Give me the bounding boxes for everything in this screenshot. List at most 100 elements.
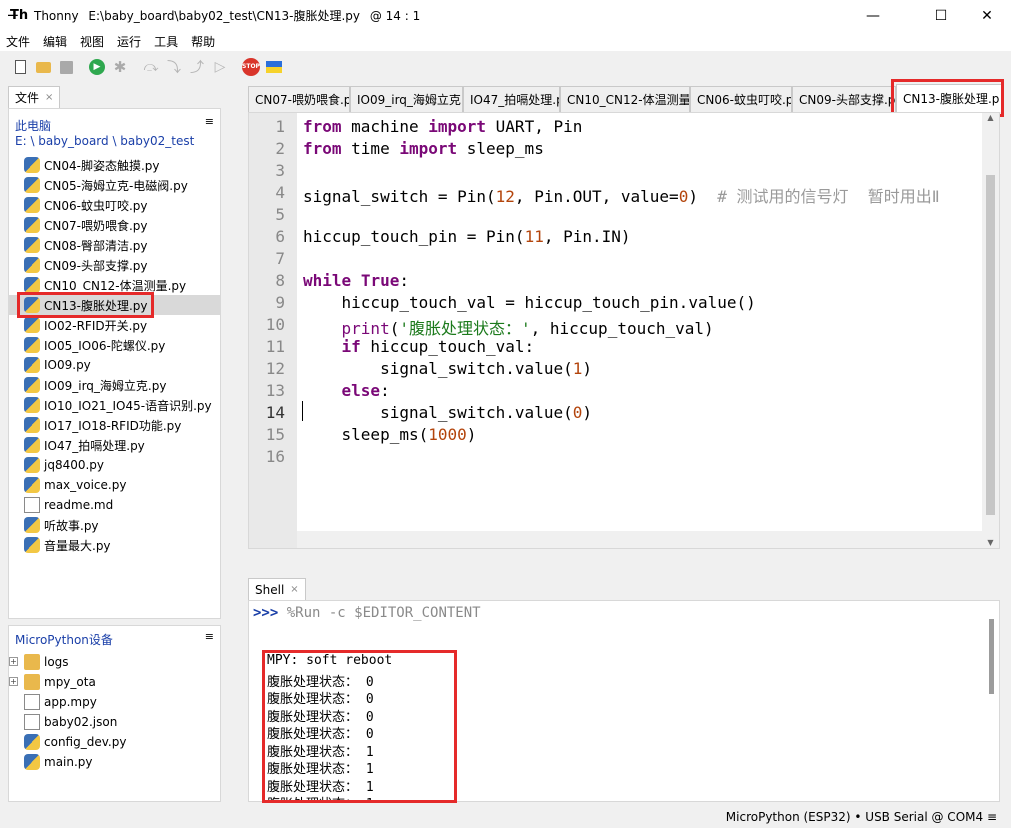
code-token: from bbox=[303, 139, 342, 158]
run-button[interactable]: ▶ bbox=[86, 56, 108, 78]
code-token: import bbox=[428, 117, 487, 136]
editor-tab[interactable]: CN06-蚊虫叮咬.p bbox=[690, 86, 792, 112]
scroll-up-icon[interactable]: ▲ bbox=[982, 113, 999, 125]
file-list-item[interactable]: IO09.py bbox=[24, 355, 220, 375]
python-file-icon bbox=[24, 277, 40, 293]
menu-run[interactable]: 运行 bbox=[117, 33, 141, 50]
device-file-item[interactable]: config_dev.py bbox=[24, 732, 220, 752]
step-out-button[interactable]: ⤴ bbox=[186, 56, 208, 78]
file-list-item[interactable]: CN08-臀部清洁.py bbox=[24, 235, 220, 255]
device-panel-title: MicroPython设备 bbox=[15, 633, 113, 647]
editor-tab[interactable]: IO47_拍嗝处理.p bbox=[463, 86, 560, 112]
shell-tab[interactable]: Shell × bbox=[248, 578, 306, 600]
device-file-item[interactable]: app.mpy bbox=[24, 692, 220, 712]
editor-tab[interactable]: CN07-喂奶喂食.p bbox=[248, 86, 350, 112]
device-file-item[interactable]: main.py bbox=[24, 752, 220, 772]
editor-vertical-scrollbar[interactable]: ▲ ▼ bbox=[982, 113, 999, 548]
open-folder-icon bbox=[35, 61, 51, 73]
file-list-item[interactable]: IO17_IO18-RFID功能.py bbox=[24, 415, 220, 435]
editor-tab[interactable]: CN10_CN12-体温测量 bbox=[560, 86, 690, 112]
device-file-item[interactable]: baby02.json bbox=[24, 712, 220, 732]
file-name: 音量最大.py bbox=[44, 538, 111, 553]
line-number: 8 bbox=[275, 271, 285, 290]
files-menu-icon[interactable]: ≡ bbox=[205, 115, 214, 128]
python-file-icon bbox=[24, 257, 40, 273]
cursor-position: @ 14 : 1 bbox=[369, 9, 421, 23]
file-list-item[interactable]: jq8400.py bbox=[24, 455, 220, 475]
menu-edit[interactable]: 编辑 bbox=[43, 33, 67, 50]
stop-button[interactable]: STOP bbox=[240, 56, 262, 78]
menu-bar: 文件 编辑 视图 运行 工具 帮助 bbox=[0, 31, 1011, 51]
editor-tab[interactable]: IO09_irq_海姆立克 bbox=[350, 86, 463, 112]
menu-help[interactable]: 帮助 bbox=[191, 33, 215, 50]
maximize-button[interactable]: ☐ bbox=[918, 0, 964, 31]
debug-button[interactable]: ✱ bbox=[109, 56, 131, 78]
code-token: , Pin.OUT, value= bbox=[514, 187, 679, 206]
shell-output-line: 腹胀处理状态： 0 bbox=[267, 692, 374, 707]
python-file-icon bbox=[24, 377, 40, 393]
file-list-item[interactable]: IO09_irq_海姆立克.py bbox=[24, 375, 220, 395]
code-token: else bbox=[341, 381, 381, 400]
code-line: print('腹胀处理状态：', hiccup_touch_val) bbox=[303, 315, 714, 339]
step-over-button[interactable]: ⤼ bbox=[140, 56, 162, 78]
files-tab[interactable]: 文件 × bbox=[8, 86, 61, 108]
code-token: hiccup_touch_pin = Pin( bbox=[303, 227, 525, 246]
save-file-button[interactable] bbox=[55, 56, 77, 78]
editor-tab[interactable]: CN13-腹胀处理.p bbox=[896, 84, 1002, 112]
step-into-button[interactable]: ⤵ bbox=[163, 56, 185, 78]
current-path[interactable]: E: \ baby_board \ baby02_test bbox=[15, 134, 194, 148]
file-list-item[interactable]: max_voice.py bbox=[24, 475, 220, 495]
resume-button[interactable]: ▷ bbox=[209, 56, 231, 78]
window-title: Thonny E:\baby_board\baby02_test\CN13-腹胀… bbox=[34, 7, 420, 24]
file-list-item[interactable]: CN06-蚊虫叮咬.py bbox=[24, 195, 220, 215]
device-file-item[interactable]: mpy_ota bbox=[24, 672, 220, 692]
line-number: 11 bbox=[265, 337, 285, 356]
close-tab-icon[interactable]: × bbox=[45, 92, 53, 103]
file-list-item[interactable]: CN09-头部支撑.py bbox=[24, 255, 220, 275]
file-list-item[interactable]: readme.md bbox=[24, 495, 220, 515]
file-list-item[interactable]: IO02-RFID开关.py bbox=[24, 315, 220, 335]
file-list-item[interactable]: 音量最大.py bbox=[24, 535, 220, 555]
scroll-down-icon[interactable]: ▼ bbox=[982, 538, 999, 548]
minimize-button[interactable]: — bbox=[850, 0, 896, 31]
support-ukraine-button[interactable] bbox=[263, 56, 285, 78]
menu-tools[interactable]: 工具 bbox=[154, 33, 178, 50]
file-list-item[interactable]: IO10_IO21_IO45-语音识别.py bbox=[24, 395, 220, 415]
expand-folder-icon[interactable]: + bbox=[9, 677, 18, 686]
this-pc-link[interactable]: 此电脑 bbox=[15, 117, 51, 134]
editor-tab-label: IO09_irq_海姆立克 bbox=[357, 93, 461, 107]
shell-scroll-thumb[interactable] bbox=[989, 619, 994, 694]
code-editor[interactable]: 1 2 3 4 5 6 7 8 9 10 11 12 13 14 15 16 from machine imp… bbox=[248, 112, 1000, 549]
file-list-item[interactable]: CN07-喂奶喂食.py bbox=[24, 215, 220, 235]
file-list-item[interactable]: CN05-海姆立克-电磁阀.py bbox=[24, 175, 220, 195]
close-shell-icon[interactable]: × bbox=[290, 584, 298, 595]
file-list-item[interactable]: CN10_CN12-体温测量.py bbox=[24, 275, 220, 295]
interpreter-status[interactable]: MicroPython (ESP32) • USB Serial @ COM4 … bbox=[726, 810, 997, 824]
code-token: UART, Pin bbox=[486, 117, 583, 136]
editor-horizontal-scrollbar[interactable] bbox=[297, 531, 984, 548]
open-file-button[interactable] bbox=[32, 56, 54, 78]
file-list-item[interactable]: CN04-脚姿态触摸.py bbox=[24, 155, 220, 175]
scroll-thumb[interactable] bbox=[986, 175, 995, 515]
code-line: signal_switch.value(1) bbox=[303, 359, 592, 378]
editor-tab[interactable]: CN09-头部支撑.p bbox=[792, 86, 896, 112]
file-list-item[interactable]: IO47_拍嗝处理.py bbox=[24, 435, 220, 455]
menu-file[interactable]: 文件 bbox=[6, 33, 30, 50]
shell-console[interactable]: >>> %Run -c $EDITOR_CONTENT MPY: soft re… bbox=[248, 600, 1000, 802]
file-list-item[interactable]: 听故事.py bbox=[24, 515, 220, 535]
expand-folder-icon[interactable]: + bbox=[9, 657, 18, 666]
shell-command: %Run -c $EDITOR_CONTENT bbox=[278, 605, 481, 621]
python-file-icon bbox=[24, 357, 40, 373]
device-file-item[interactable]: logs bbox=[24, 652, 220, 672]
file-list-item[interactable]: CN13-腹胀处理.py bbox=[8, 295, 220, 315]
code-token: while bbox=[303, 271, 352, 290]
line-number: 3 bbox=[275, 161, 285, 180]
close-button[interactable]: ✕ bbox=[964, 0, 1010, 31]
new-file-button[interactable] bbox=[9, 56, 31, 78]
device-menu-icon[interactable]: ≡ bbox=[205, 630, 214, 643]
code-token: ) bbox=[466, 425, 477, 444]
file-list-item[interactable]: IO05_IO06-陀螺仪.py bbox=[24, 335, 220, 355]
menu-view[interactable]: 视图 bbox=[80, 33, 104, 50]
